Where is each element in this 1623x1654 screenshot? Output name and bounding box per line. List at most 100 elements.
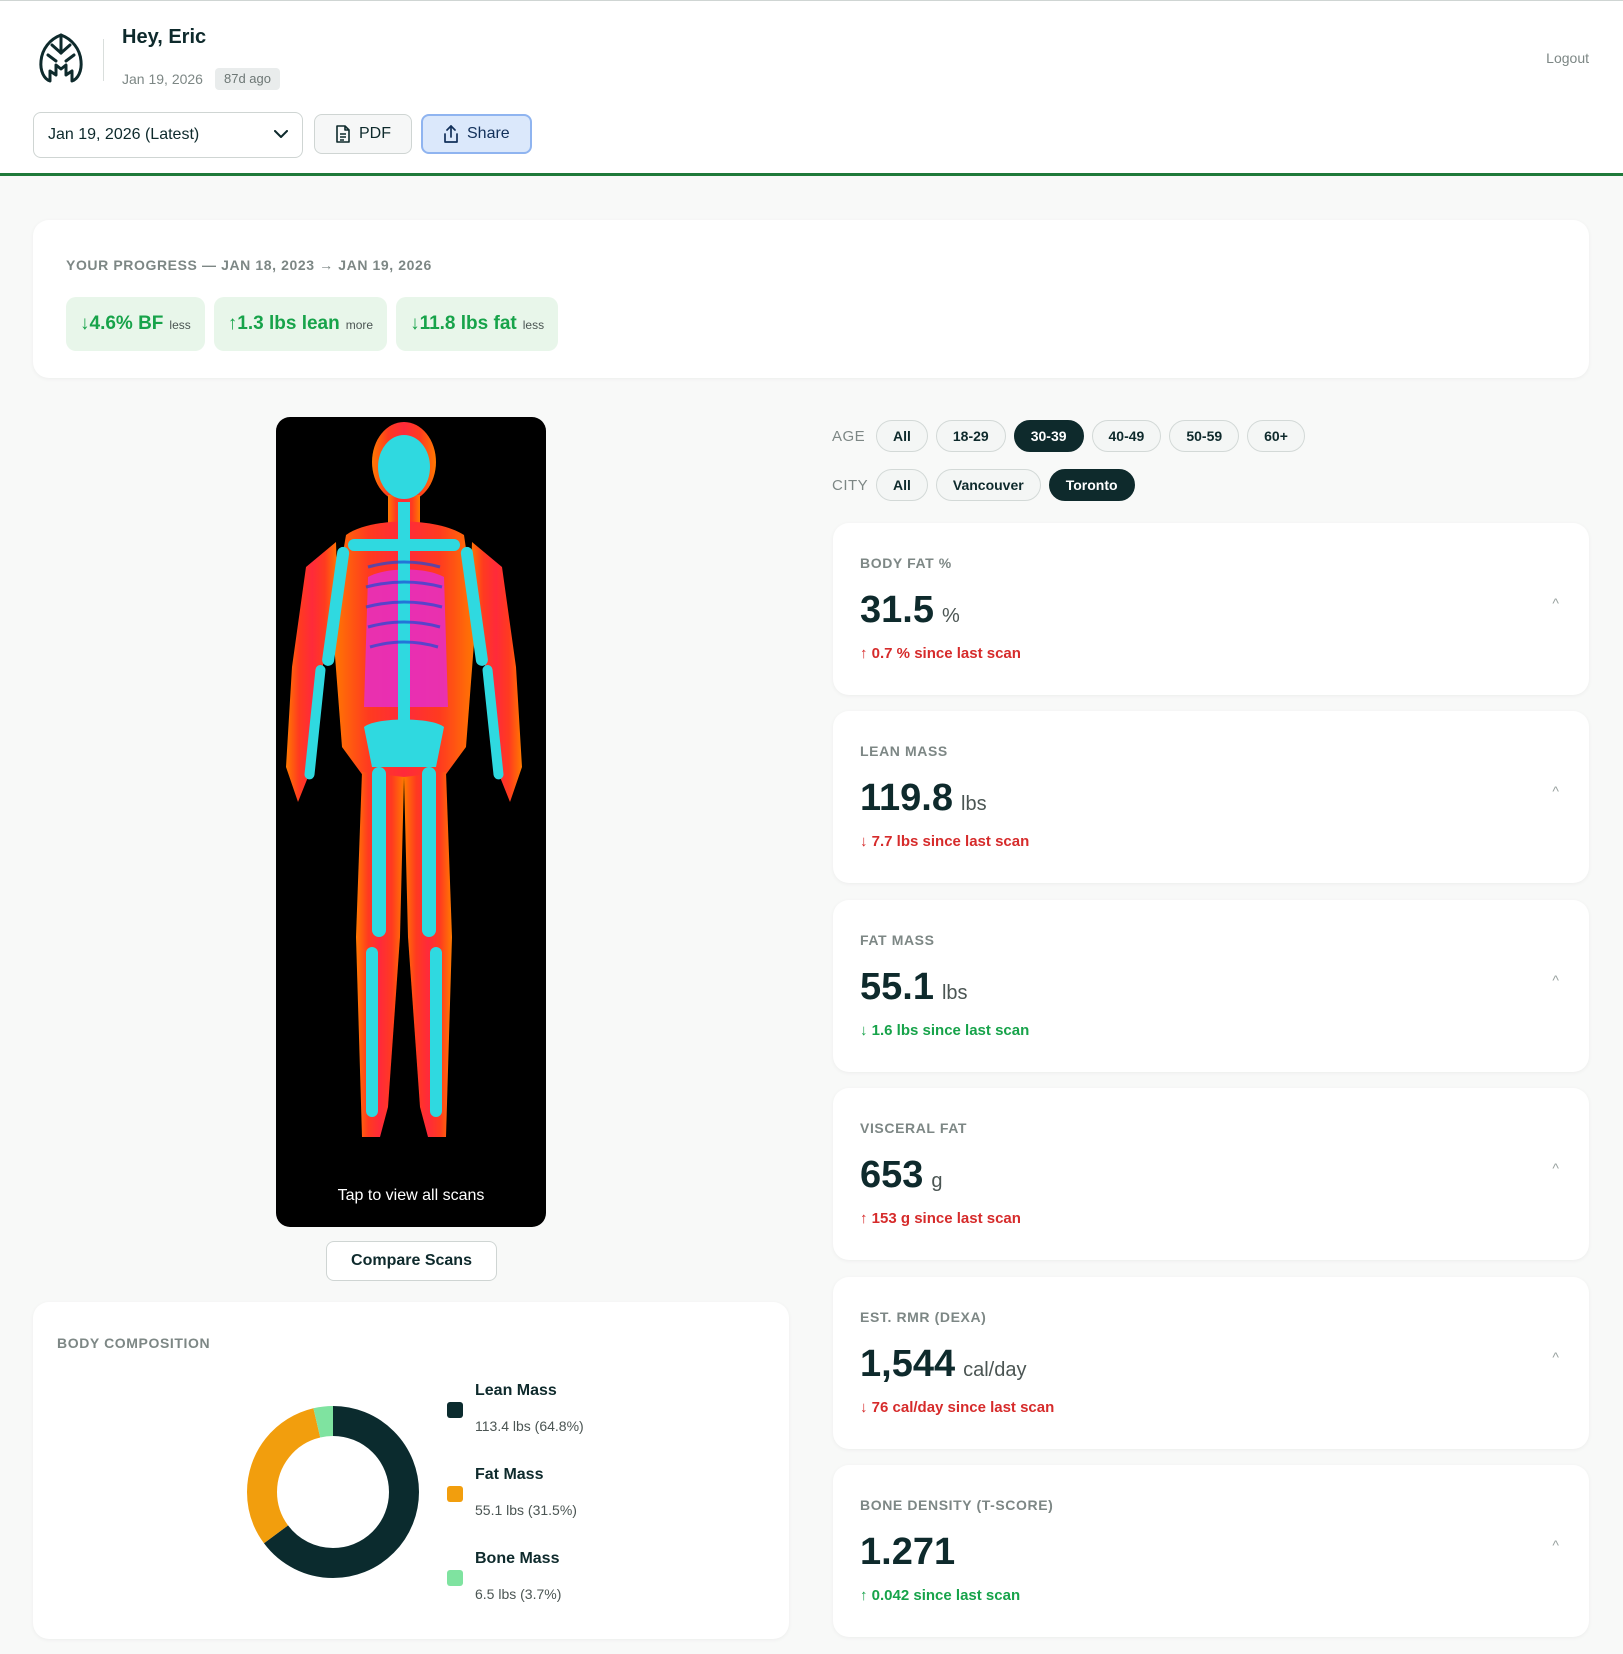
scan-date-select[interactable]: Jan 19, 2026 (Latest): [33, 112, 303, 158]
metric-unit: lbs: [961, 793, 987, 815]
metric-label: BONE DENSITY (T-SCORE): [860, 1497, 1054, 1513]
metric-value: 1.271: [860, 1531, 963, 1574]
chevron-up-icon[interactable]: ^: [1552, 972, 1559, 988]
legend-swatch: [447, 1402, 463, 1418]
metric-unit: g: [931, 1170, 943, 1192]
body-scan-illustration: [286, 422, 522, 1137]
city-pill[interactable]: All: [876, 469, 928, 501]
progress-chips: ↓4.6% BF less ↑1.3 lbs lean more ↓11.8 l…: [66, 297, 559, 351]
progress-chip-word: less: [169, 318, 191, 332]
share-icon: [443, 125, 459, 143]
composition-donut-chart: [247, 1406, 419, 1578]
progress-chip-value: ↓11.8 lbs fat: [410, 313, 517, 334]
age-pill[interactable]: 18-29: [935, 420, 1006, 452]
metric-change: ↑ 0.042 since last scan: [860, 1587, 1021, 1604]
progress-chip-word: less: [522, 318, 545, 332]
share-button[interactable]: Share: [421, 114, 532, 154]
age-pill[interactable]: 50-59: [1169, 420, 1240, 452]
city-filter: CITY All Vancouver Toronto: [832, 469, 1135, 501]
metric-unit: cal/day: [963, 1359, 1027, 1381]
header-divider: [103, 39, 104, 81]
chevron-up-icon[interactable]: ^: [1552, 1160, 1559, 1176]
brand-logo-icon: [36, 31, 86, 87]
legend-item-lean: Lean Mass 113.4 lbs (64.8%): [447, 1380, 584, 1464]
composition-legend: Lean Mass 113.4 lbs (64.8%) Fat Mass 55.…: [447, 1380, 584, 1632]
pdf-button-label: PDF: [359, 125, 391, 142]
legend-name: Bone Mass: [475, 1550, 560, 1567]
legend-name: Lean Mass: [475, 1382, 557, 1399]
metric-value: 31.5 %: [860, 589, 960, 632]
metric-change: ↑ 0.7 % since last scan: [860, 645, 1021, 662]
metric-change: ↓ 7.7 lbs since last scan: [860, 833, 1030, 850]
metric-label: EST. RMR (DEXA): [860, 1309, 987, 1325]
city-pill[interactable]: Vancouver: [935, 469, 1041, 501]
age-pill[interactable]: All: [876, 420, 928, 452]
document-icon: [335, 125, 351, 143]
greeting: Hey, Eric: [122, 26, 207, 48]
logout-link[interactable]: Logout: [1546, 50, 1589, 66]
body-composition-card: BODY COMPOSITION Lean Mass 113.4 lbs (64…: [33, 1302, 789, 1639]
metric-card-body-fat[interactable]: BODY FAT % 31.5 % ↑ 0.7 % since last sca…: [833, 523, 1589, 695]
metric-label: LEAN MASS: [860, 743, 948, 759]
body-composition-title: BODY COMPOSITION: [57, 1335, 211, 1351]
share-button-label: Share: [467, 125, 510, 142]
legend-value: 113.4 lbs (64.8%): [475, 1418, 584, 1434]
metric-change: ↓ 1.6 lbs since last scan: [860, 1022, 1030, 1039]
metric-number: 653: [860, 1154, 924, 1196]
legend-swatch: [447, 1570, 463, 1586]
chevron-up-icon[interactable]: ^: [1552, 1349, 1559, 1365]
age-pill[interactable]: 60+: [1247, 420, 1305, 452]
metric-value: 1,544 cal/day: [860, 1343, 1026, 1386]
city-filter-label: CITY: [832, 476, 869, 494]
scan-caption: Tap to view all scans: [337, 1187, 485, 1204]
progress-title: YOUR PROGRESS — JAN 18, 2023 → JAN 19, 2…: [66, 257, 432, 273]
age-pill[interactable]: 40-49: [1091, 420, 1162, 452]
metric-card-lean-mass[interactable]: LEAN MASS 119.8 lbs ↓ 7.7 lbs since last…: [833, 711, 1589, 883]
metric-number: 119.8: [860, 777, 953, 819]
metric-card-fat-mass[interactable]: FAT MASS 55.1 lbs ↓ 1.6 lbs since last s…: [833, 900, 1589, 1072]
scan-date: Jan 19, 2026: [122, 71, 203, 87]
progress-chip-word: more: [345, 318, 374, 332]
progress-chip-fat: ↓11.8 lbs fat less: [396, 297, 559, 351]
legend-value: 55.1 lbs (31.5%): [475, 1502, 577, 1518]
days-ago-badge: 87d ago: [215, 68, 280, 90]
metric-number: 55.1: [860, 966, 934, 1008]
progress-chip-value: ↓4.6% BF: [80, 313, 164, 334]
age-filter: AGE All 18-29 30-39 40-49 50-59 60+: [832, 420, 1305, 452]
legend-item-bone: Bone Mass 6.5 lbs (3.7%): [447, 1548, 584, 1632]
metric-card-visceral-fat[interactable]: VISCERAL FAT 653 g ↑ 153 g since last sc…: [833, 1088, 1589, 1260]
metric-card-bone-density[interactable]: BONE DENSITY (T-SCORE) 1.271 ↑ 0.042 sin…: [833, 1465, 1589, 1637]
metric-number: 1,544: [860, 1343, 956, 1385]
progress-card: YOUR PROGRESS — JAN 18, 2023 → JAN 19, 2…: [33, 220, 1589, 378]
dexa-scan-image[interactable]: Tap to view all scans: [276, 417, 546, 1227]
metric-number: 31.5: [860, 589, 934, 631]
metric-value: 119.8 lbs: [860, 777, 987, 820]
metric-value: 653 g: [860, 1154, 943, 1197]
progress-chip-value: ↑1.3 lbs lean: [227, 313, 340, 334]
progress-chip-lean: ↑1.3 lbs lean more: [213, 297, 388, 351]
metric-label: BODY FAT %: [860, 555, 952, 571]
chevron-down-icon: [274, 126, 288, 144]
metric-card-rmr[interactable]: EST. RMR (DEXA) 1,544 cal/day ↓ 76 cal/d…: [833, 1277, 1589, 1449]
metric-unit: %: [941, 605, 960, 627]
city-pill[interactable]: Toronto: [1048, 469, 1135, 501]
top-header: Hey, Eric Jan 19, 2026 87d ago Logout Ja…: [0, 0, 1623, 176]
legend-swatch: [447, 1486, 463, 1502]
scan-select-value: Jan 19, 2026 (Latest): [48, 126, 200, 143]
metric-value: 55.1 lbs: [860, 966, 968, 1009]
metric-change: ↑ 153 g since last scan: [860, 1210, 1021, 1227]
age-pill[interactable]: 30-39: [1013, 420, 1084, 452]
pdf-button[interactable]: PDF: [314, 114, 412, 154]
legend-name: Fat Mass: [475, 1466, 544, 1483]
progress-chip-bf: ↓4.6% BF less: [66, 297, 205, 351]
chevron-up-icon[interactable]: ^: [1552, 1537, 1559, 1553]
metric-number: 1.271: [860, 1531, 956, 1573]
compare-scans-button[interactable]: Compare Scans: [326, 1241, 497, 1281]
legend-value: 6.5 lbs (3.7%): [475, 1586, 562, 1602]
metric-change: ↓ 76 cal/day since last scan: [860, 1399, 1055, 1416]
legend-item-fat: Fat Mass 55.1 lbs (31.5%): [447, 1464, 584, 1548]
chevron-up-icon[interactable]: ^: [1552, 595, 1559, 611]
metric-label: FAT MASS: [860, 932, 935, 948]
chevron-up-icon[interactable]: ^: [1552, 783, 1559, 799]
metric-label: VISCERAL FAT: [860, 1120, 968, 1136]
